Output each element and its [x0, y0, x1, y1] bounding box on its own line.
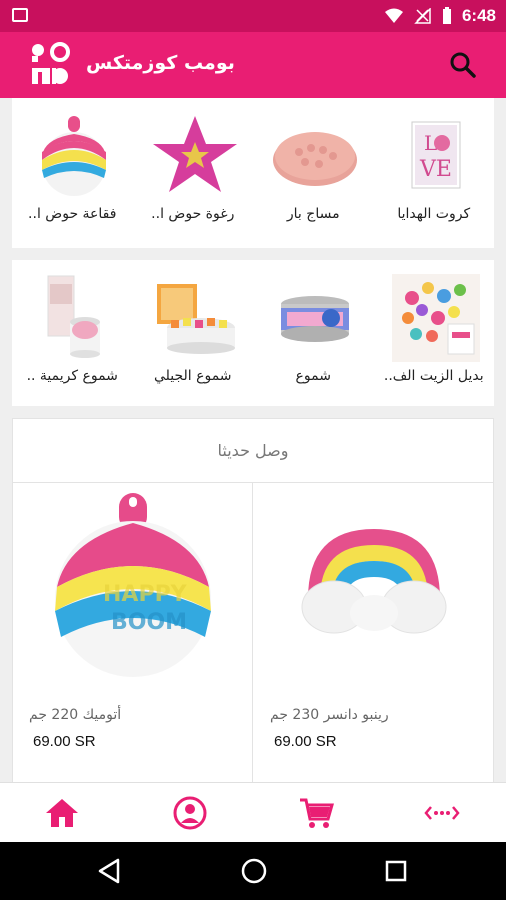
status-bar: 6:48: [0, 0, 506, 32]
category-candles[interactable]: شموع: [253, 260, 374, 406]
massage-bar-image: [273, 132, 357, 186]
profile-icon[interactable]: [172, 795, 208, 831]
category-label: كروت الهدايا: [397, 206, 471, 222]
home-circle-icon[interactable]: [240, 857, 268, 885]
product-price: 69.00 SR: [33, 733, 96, 750]
bath-bubble-image: [42, 116, 106, 196]
category-label: رغوة حوض ا..: [151, 206, 235, 222]
back-icon[interactable]: [96, 857, 124, 885]
category-massage-bar[interactable]: مساج بار: [253, 98, 374, 248]
category-jelly-candles[interactable]: شموع الجيلي: [133, 260, 254, 406]
candles-image: [281, 296, 349, 342]
jelly-candles-image: [156, 284, 235, 354]
category-label: بديل الزيت الف..: [383, 368, 484, 384]
search-icon[interactable]: [448, 50, 478, 80]
main-content: L VE كروت الهدايا مساج بار رغوة حوض ا.. …: [0, 98, 506, 782]
system-navigation-bar: [0, 842, 506, 900]
atomic-bath-bomb-image: HAPPY BOOM: [55, 493, 211, 677]
bomb-logo[interactable]: [30, 42, 76, 88]
category-oil-alternative[interactable]: بديل الزيت الف..: [374, 260, 495, 406]
cart-icon[interactable]: [298, 795, 334, 831]
svg-text:BOOM: BOOM: [111, 610, 187, 635]
signal-icon: [414, 8, 431, 24]
rainbow-soap-image: [301, 529, 447, 634]
product-name: أتوميك 220 جم: [29, 707, 122, 723]
category-label: شموع كريمية ..: [26, 368, 118, 384]
bath-foam-star-image: [152, 116, 237, 192]
category-label: مساج بار: [286, 206, 340, 222]
category-label: شموع الجيلي: [153, 368, 232, 384]
category-label: فقاعة حوض ا..: [28, 206, 117, 222]
svg-text:HAPPY: HAPPY: [103, 582, 188, 607]
category-creamy-candles[interactable]: شموع كريمية ..: [12, 260, 133, 406]
app-title: بومب كوزمتكس: [86, 52, 235, 74]
category-bath-foam[interactable]: رغوة حوض ا..: [133, 98, 254, 248]
bottom-navigation: [0, 782, 506, 842]
product-name: رينبو دانسر 230 جم: [270, 707, 389, 723]
image-icon: [12, 8, 28, 22]
app-bar: بومب كوزمتكس: [0, 32, 506, 98]
svg-text:VE: VE: [419, 157, 452, 182]
category-bath-bubble[interactable]: فقاعة حوض ا..: [12, 98, 133, 248]
oil-alternative-image: [391, 274, 480, 362]
category-card-1: L VE كروت الهدايا مساج بار رغوة حوض ا.. …: [12, 98, 494, 248]
home-icon[interactable]: [44, 795, 80, 831]
new-arrivals-section: وصل حديثا HAPPY BOOM أتوميك 220 جم 69.00…: [12, 418, 494, 782]
product-card[interactable]: رينبو دانسر 230 جم 69.00 SR: [254, 483, 494, 782]
wifi-icon: [384, 8, 403, 23]
clock: 6:48: [461, 6, 496, 25]
creamy-candles-image: [47, 275, 100, 358]
recents-icon[interactable]: [382, 857, 410, 885]
more-icon[interactable]: [424, 795, 460, 831]
product-price: 69.00 SR: [274, 733, 337, 750]
category-card-2: بديل الزيت الف.. شموع شموع الجيلي شموع ك…: [12, 260, 494, 406]
gift-card-love-image: L VE: [411, 121, 460, 189]
product-card[interactable]: HAPPY BOOM أتوميك 220 جم 69.00 SR: [13, 483, 253, 782]
battery-icon: [442, 7, 451, 24]
section-title: وصل حديثا: [13, 419, 493, 483]
category-gift-cards[interactable]: L VE كروت الهدايا: [374, 98, 495, 248]
category-label: شموع: [295, 368, 331, 384]
